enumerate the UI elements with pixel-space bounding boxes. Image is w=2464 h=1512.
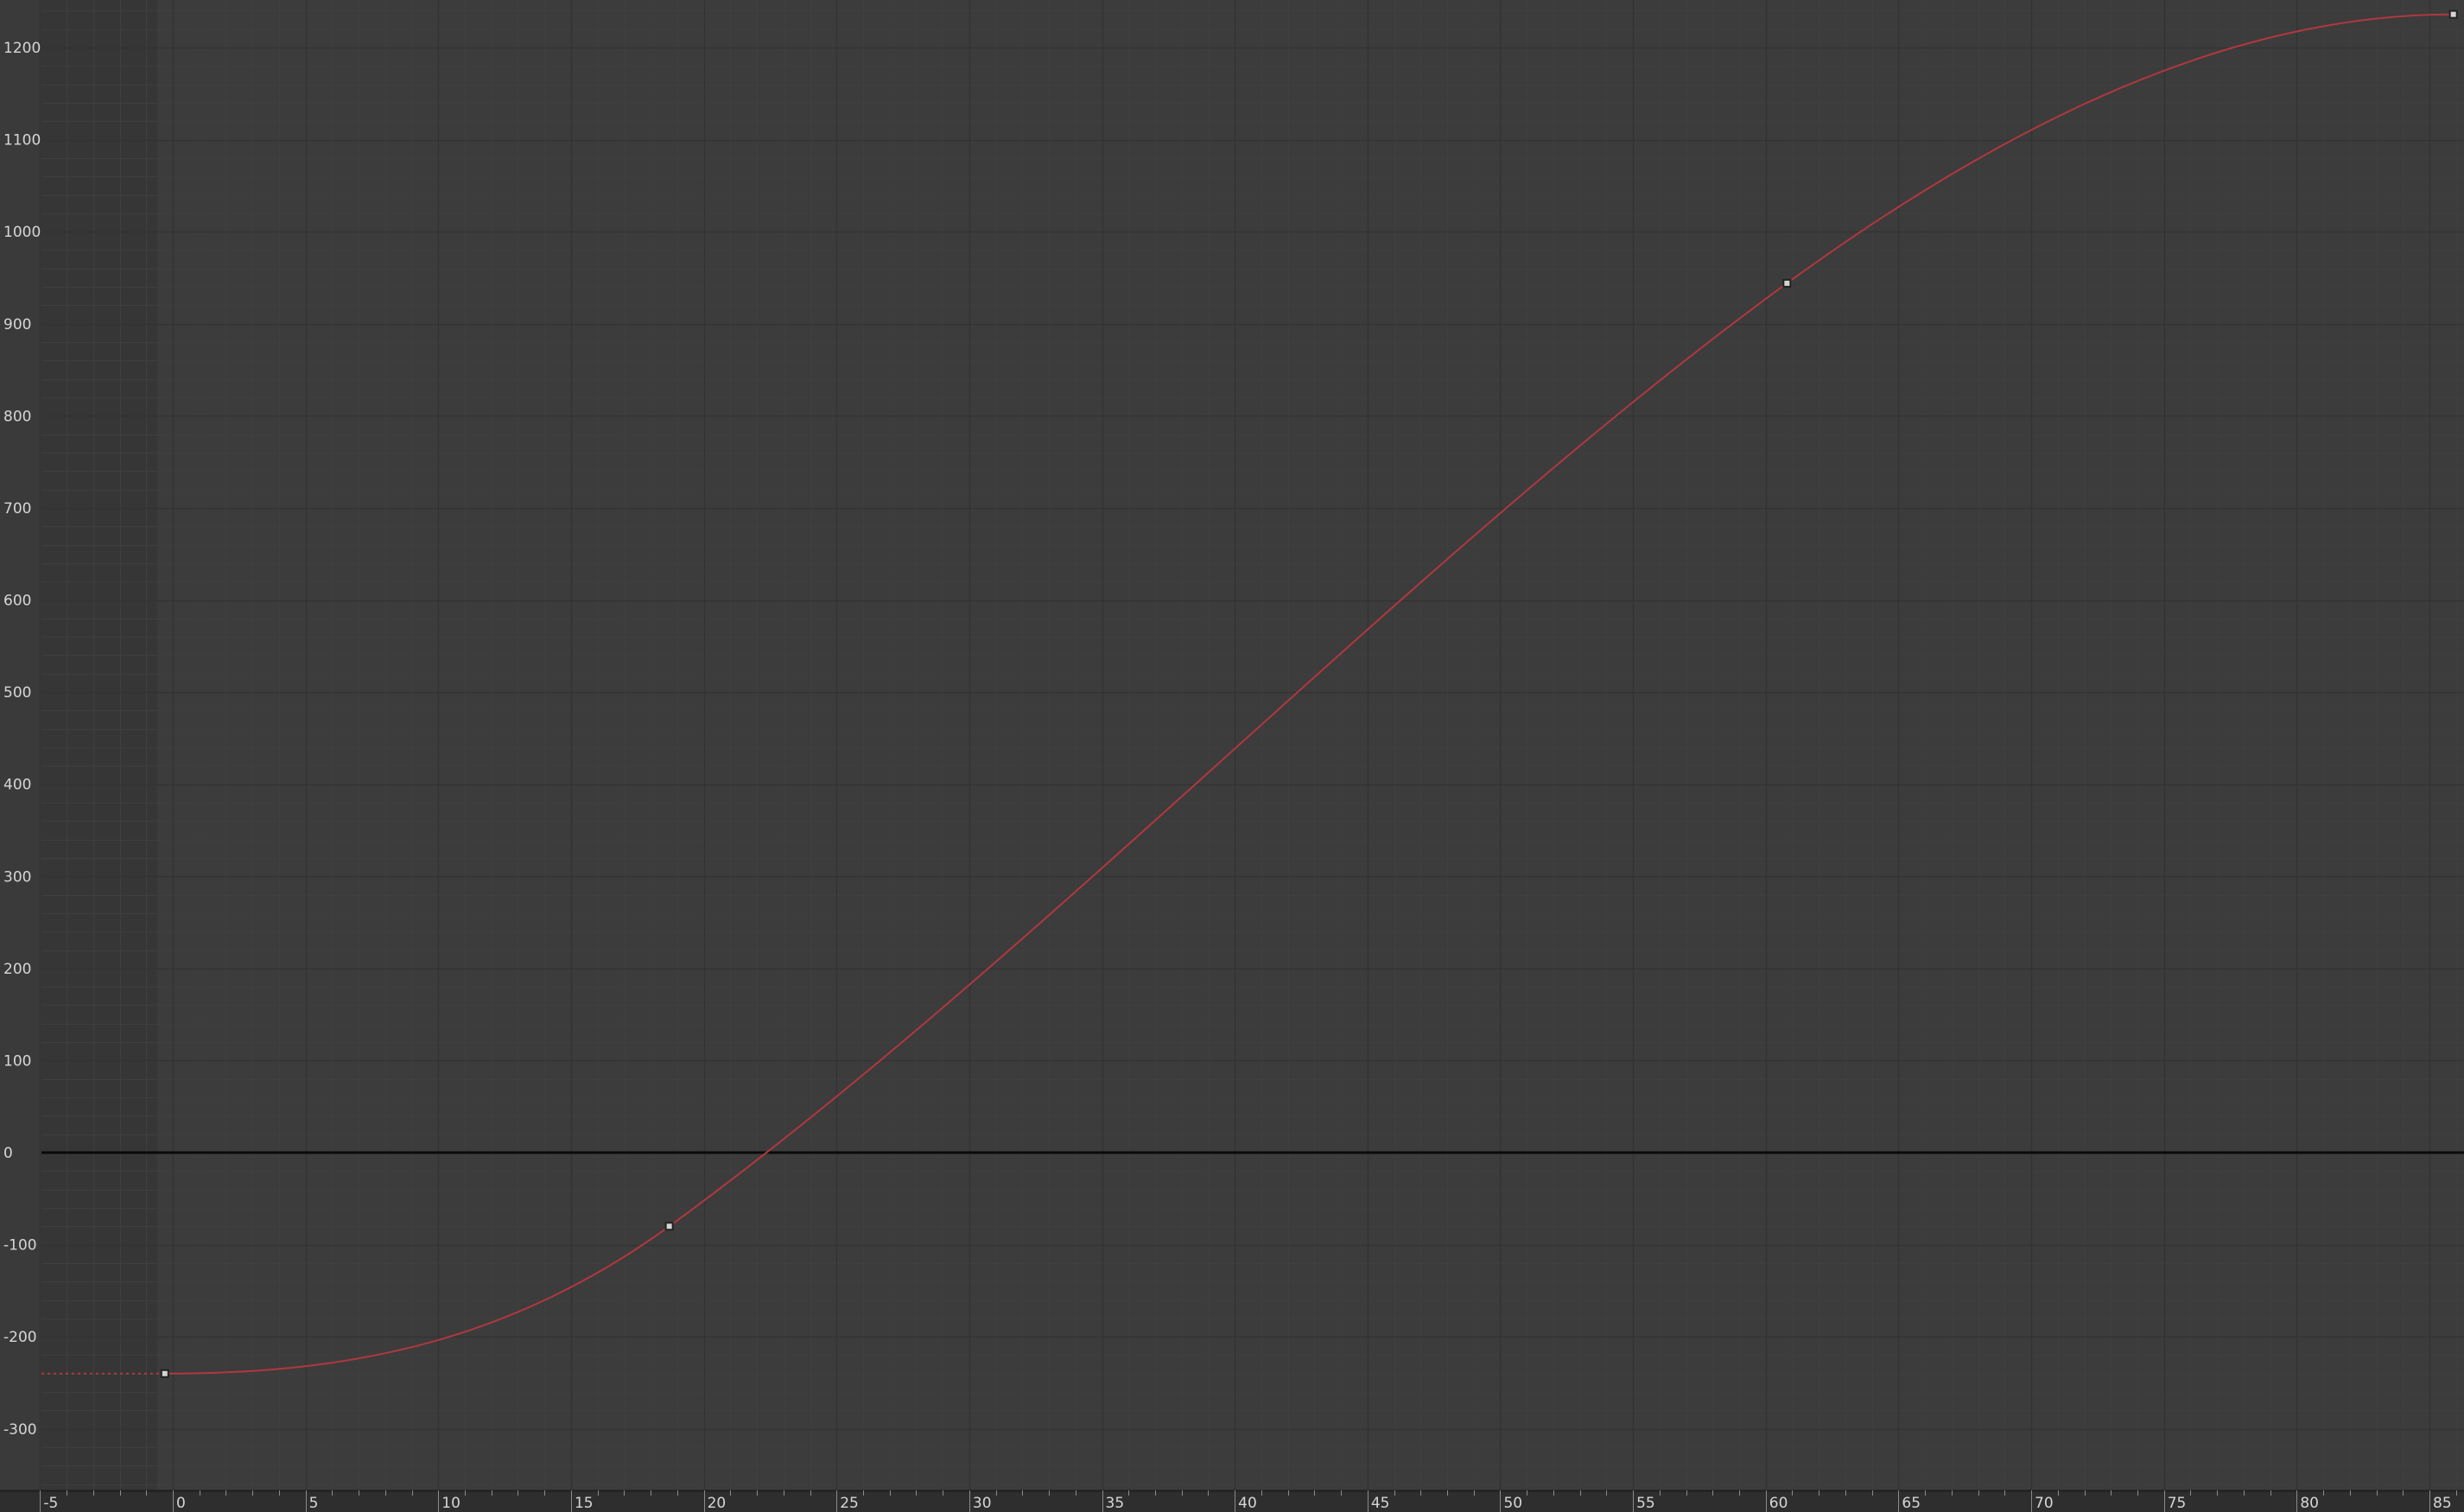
keyframe-1[interactable] <box>160 1369 169 1378</box>
value-axis-label: 700 <box>3 500 31 518</box>
frame-axis-label: 25 <box>840 1495 859 1512</box>
keyframe-4[interactable] <box>2448 10 2458 19</box>
value-axis-label: -200 <box>3 1329 37 1346</box>
frame-axis-label: 20 <box>708 1495 727 1512</box>
keyframe-2[interactable] <box>664 1222 674 1231</box>
graph-canvas[interactable]: 1200110010009008007006005004003002001000… <box>0 0 2464 1512</box>
frame-axis-label: 70 <box>2035 1495 2054 1512</box>
frame-axis-label: 45 <box>1371 1495 1390 1512</box>
graph-background <box>0 0 2464 1512</box>
frame-axis-label: 15 <box>575 1495 594 1512</box>
value-axis-label: 1100 <box>3 132 41 149</box>
frame-axis-label: 60 <box>1769 1495 1788 1512</box>
value-axis-label: -300 <box>3 1421 37 1439</box>
frame-axis-label: 85 <box>2433 1495 2452 1512</box>
value-axis-label: 900 <box>3 316 31 334</box>
value-axis-label: 1000 <box>3 224 41 241</box>
value-axis-label: 500 <box>3 684 31 702</box>
frame-axis-label: 10 <box>441 1495 460 1512</box>
frame-axis-label: 35 <box>1106 1495 1125 1512</box>
value-axis-label: 600 <box>3 593 31 610</box>
value-axis-label: -100 <box>3 1237 37 1255</box>
value-axis-label: 300 <box>3 868 31 886</box>
out-of-range-region <box>41 0 157 1490</box>
keyframe-3[interactable] <box>1782 278 1792 288</box>
graph-editor[interactable]: 1200 1100 1000 900 800 700 600 500 400 300 200 100 0… <box>0 0 2464 1512</box>
frame-axis-label: 5 <box>309 1495 319 1512</box>
frame-axis-label: 65 <box>1902 1495 1921 1512</box>
frame-axis-label: 40 <box>1238 1495 1257 1512</box>
value-axis-label: 0 <box>3 1145 13 1162</box>
frame-axis-label: 50 <box>1503 1495 1522 1512</box>
frame-axis-label: -5 <box>43 1495 58 1512</box>
frame-axis-label: 75 <box>2168 1495 2187 1512</box>
frame-axis-label: 80 <box>2300 1495 2319 1512</box>
value-axis-label: 800 <box>3 408 31 425</box>
frame-axis-label: 30 <box>973 1495 992 1512</box>
frame-axis-label: 0 <box>176 1495 186 1512</box>
frame-ruler[interactable] <box>0 1490 2464 1512</box>
value-axis-label: 200 <box>3 961 31 978</box>
value-axis-label: 100 <box>3 1052 31 1070</box>
value-axis-label: 1200 <box>3 40 41 57</box>
frame-axis-label: 55 <box>1636 1495 1655 1512</box>
value-axis-label: 400 <box>3 777 31 794</box>
